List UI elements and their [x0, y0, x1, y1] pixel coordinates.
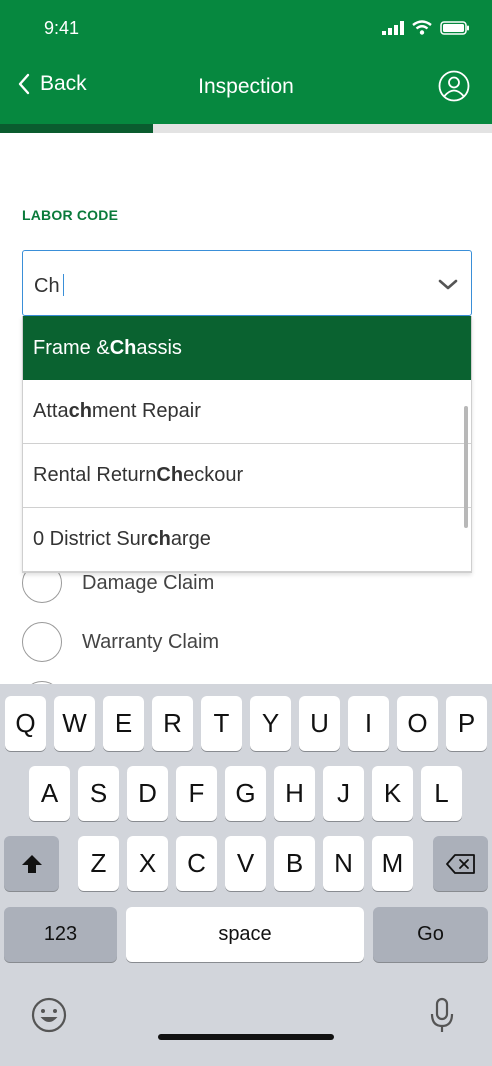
option-text-pre: Atta [33, 400, 69, 422]
key-y[interactable]: Y [250, 696, 291, 751]
option-text-pre: Rental Return [33, 464, 157, 486]
key-b[interactable]: B [274, 836, 315, 891]
option-match: ch [147, 528, 171, 550]
labor-code-value[interactable]: Ch [34, 274, 65, 298]
keyboard: QWERTYUIOP ASDFGHJKL ZXCVBNM 123 space G… [0, 684, 492, 1066]
key-s[interactable]: S [78, 766, 119, 821]
option-text-post: arge [170, 528, 211, 550]
delete-key[interactable] [433, 836, 488, 891]
signal-icon [382, 20, 404, 35]
space-key[interactable]: space [126, 907, 364, 962]
key-i[interactable]: I [348, 696, 389, 751]
autocomplete-dropdown: Frame & Ch assis Atta ch ment Repair Rental… [22, 316, 472, 573]
shift-key[interactable] [4, 836, 59, 891]
key-u[interactable]: U [299, 696, 340, 751]
labor-code-input[interactable]: Ch [22, 250, 472, 316]
battery-icon [440, 20, 469, 35]
key-e[interactable]: E [103, 696, 144, 751]
dropdown-option-rental-return[interactable]: Rental Return Ch eckour [23, 444, 471, 508]
option-text-post: assis [136, 336, 182, 359]
key-o[interactable]: O [397, 696, 438, 751]
dropdown-option-frame-chassis[interactable]: Frame & Ch assis [23, 316, 471, 380]
key-w[interactable]: W [54, 696, 95, 751]
option-match: Ch [156, 464, 184, 486]
progress-bar [0, 124, 492, 133]
key-g[interactable]: G [225, 766, 266, 821]
key-l[interactable]: L [421, 766, 462, 821]
key-d[interactable]: D [127, 766, 168, 821]
key-q[interactable]: Q [5, 696, 46, 751]
key-x[interactable]: X [127, 836, 168, 891]
shift-icon [21, 854, 42, 873]
option-match: ch [68, 400, 92, 422]
labor-code-label: LABOR CODE [22, 207, 119, 223]
status-icons [382, 20, 470, 35]
numbers-key[interactable]: 123 [4, 907, 117, 962]
go-key[interactable]: Go [373, 907, 488, 962]
option-text-pre: 0 District Sur [33, 528, 148, 550]
option-text-post: eckour [183, 464, 244, 486]
key-t[interactable]: T [201, 696, 242, 751]
key-m[interactable]: M [372, 836, 413, 891]
radio-label: Damage Claim [82, 571, 215, 594]
wifi-icon [412, 20, 432, 35]
app-header: 9:41 Back Inspection [0, 0, 492, 124]
status-time: 9:41 [44, 18, 80, 38]
microphone-icon[interactable] [429, 997, 455, 1035]
key-z[interactable]: Z [78, 836, 119, 891]
progress-fill [0, 124, 153, 133]
user-icon [438, 70, 470, 102]
emoji-icon[interactable] [30, 996, 68, 1034]
nav-bar: Back Inspection [0, 60, 492, 124]
key-f[interactable]: F [176, 766, 217, 821]
key-j[interactable]: J [323, 766, 364, 821]
key-p[interactable]: P [446, 696, 487, 751]
profile-button[interactable] [438, 70, 470, 102]
page-title: Inspection [198, 75, 294, 98]
option-text-pre: Frame & [33, 336, 110, 359]
home-indicator [158, 1034, 334, 1040]
chevron-down-icon[interactable] [437, 273, 459, 295]
text-caret [62, 274, 65, 296]
option-match: Ch [109, 336, 137, 359]
radio-button[interactable] [22, 622, 62, 662]
dropdown-option-attachment-repair[interactable]: Atta ch ment Repair [23, 380, 471, 444]
key-v[interactable]: V [225, 836, 266, 891]
key-k[interactable]: K [372, 766, 413, 821]
key-c[interactable]: C [176, 836, 217, 891]
dropdown-scrollbar[interactable] [464, 406, 468, 528]
key-r[interactable]: R [152, 696, 193, 751]
status-bar: 9:41 [0, 0, 492, 60]
radio-row-warranty-claim[interactable]: Warranty Claim [22, 622, 219, 662]
backspace-icon [445, 853, 475, 874]
input-text: Ch [34, 275, 60, 297]
dropdown-option-district-surcharge[interactable]: 0 District Sur ch arge [23, 508, 471, 572]
key-h[interactable]: H [274, 766, 315, 821]
key-n[interactable]: N [323, 836, 364, 891]
key-a[interactable]: A [29, 766, 70, 821]
option-text-post: ment Repair [91, 400, 201, 422]
radio-label: Warranty Claim [82, 630, 220, 653]
